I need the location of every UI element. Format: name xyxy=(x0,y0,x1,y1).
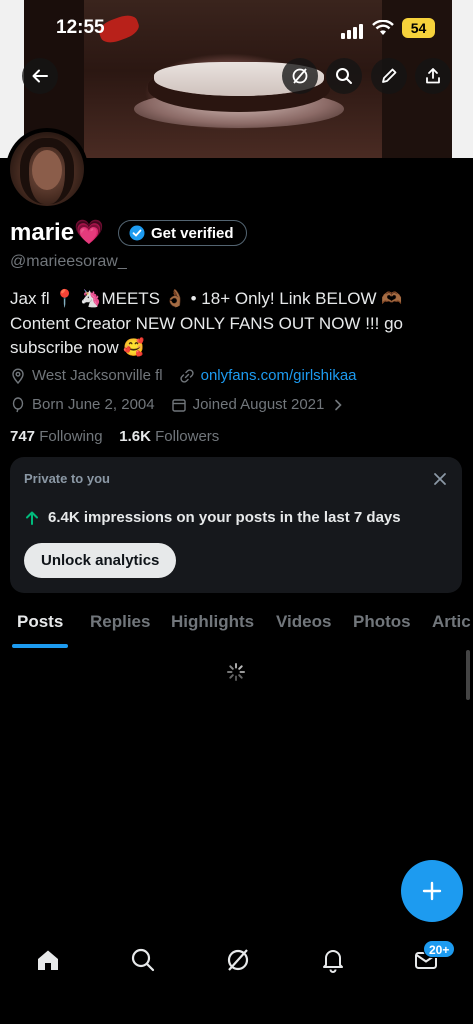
verified-badge-icon xyxy=(129,225,145,241)
search-icon xyxy=(131,948,155,972)
grok-button[interactable] xyxy=(282,58,318,94)
home-icon xyxy=(38,950,58,970)
status-bar: 12:55 54 xyxy=(0,0,473,56)
plus-icon xyxy=(422,881,442,901)
born-text: Born June 2, 2004 xyxy=(32,396,155,413)
profile-tabs: Posts Replies Highlights Videos Photos A… xyxy=(0,606,473,650)
pencil-icon xyxy=(382,68,397,83)
balloon-icon xyxy=(12,396,24,412)
nav-notifications[interactable] xyxy=(319,946,347,974)
followers-link[interactable]: 1.6K Followers xyxy=(119,428,219,445)
search-button[interactable] xyxy=(326,58,362,94)
edit-button[interactable] xyxy=(371,58,407,94)
followers-count: 1.6K xyxy=(119,428,151,445)
following-label: Following xyxy=(39,428,103,445)
avatar[interactable] xyxy=(6,128,88,210)
status-time: 12:55 xyxy=(56,17,105,38)
wifi-icon xyxy=(372,20,394,35)
location-pin-icon xyxy=(12,368,24,384)
nav-search[interactable] xyxy=(129,946,157,974)
meta-row-2: Born June 2, 2004 Joined August 2021 xyxy=(10,396,346,413)
tab-replies[interactable]: Replies xyxy=(90,612,150,632)
avatar-photo xyxy=(10,132,84,206)
location-text: West Jacksonville fl xyxy=(32,367,163,384)
compose-button[interactable] xyxy=(401,860,463,922)
grok-icon xyxy=(292,68,308,84)
loading-spinner-icon xyxy=(227,663,245,681)
profile-handle: @marieesoraw_ xyxy=(10,253,127,270)
bell-icon xyxy=(323,950,343,973)
tab-videos[interactable]: Videos xyxy=(276,612,331,632)
follow-counts: 747 Following 1.6K Followers xyxy=(10,428,219,445)
arrow-up-icon xyxy=(26,511,38,525)
scrollbar[interactable] xyxy=(466,650,470,700)
share-icon xyxy=(426,68,440,84)
get-verified-label: Get verified xyxy=(151,224,234,242)
chevron-right-icon[interactable] xyxy=(330,397,346,413)
tab-posts[interactable]: Posts xyxy=(17,612,63,632)
following-link[interactable]: 747 Following xyxy=(10,428,103,445)
unlock-analytics-button[interactable]: Unlock analytics xyxy=(24,543,177,578)
impressions-text: 6.4K impressions on your posts in the la… xyxy=(48,509,401,526)
back-button[interactable] xyxy=(22,58,58,94)
calendar-icon xyxy=(171,398,186,412)
share-button[interactable] xyxy=(415,58,451,94)
tab-active-indicator xyxy=(12,644,68,648)
meta-row-1: West Jacksonville fl onlyfans.com/girlsh… xyxy=(10,367,357,384)
battery-indicator: 54 xyxy=(402,18,435,38)
tab-photos[interactable]: Photos xyxy=(353,612,411,632)
signal-icon xyxy=(341,24,363,39)
impressions-stat: 6.4K impressions on your posts in the la… xyxy=(24,509,401,526)
nav-grok[interactable] xyxy=(224,946,252,974)
following-count: 747 xyxy=(10,428,36,445)
bottom-nav xyxy=(0,930,473,1024)
analytics-card: Private to you 6.4K impressions on your … xyxy=(10,457,462,593)
tab-articles[interactable]: Artic xyxy=(432,612,471,632)
close-icon[interactable] xyxy=(432,471,448,487)
private-label: Private to you xyxy=(24,471,110,486)
back-arrow-icon xyxy=(32,69,48,83)
tab-highlights[interactable]: Highlights xyxy=(171,612,254,632)
joined-text[interactable]: Joined August 2021 xyxy=(193,396,325,413)
profile-link[interactable]: onlyfans.com/girlshikaa xyxy=(201,367,357,384)
messages-badge: 20+ xyxy=(423,940,456,958)
profile-bio: Jax fl 📍 🦄MEETS 👌🏾 • 18+ Only! Link BELO… xyxy=(10,289,404,357)
profile-name: marie💗 xyxy=(10,219,104,246)
nav-home[interactable] xyxy=(34,946,62,974)
get-verified-button[interactable]: Get verified xyxy=(118,220,247,246)
grok-icon xyxy=(227,949,249,971)
link-icon xyxy=(180,368,194,383)
followers-label: Followers xyxy=(155,428,220,445)
search-icon xyxy=(336,68,352,84)
